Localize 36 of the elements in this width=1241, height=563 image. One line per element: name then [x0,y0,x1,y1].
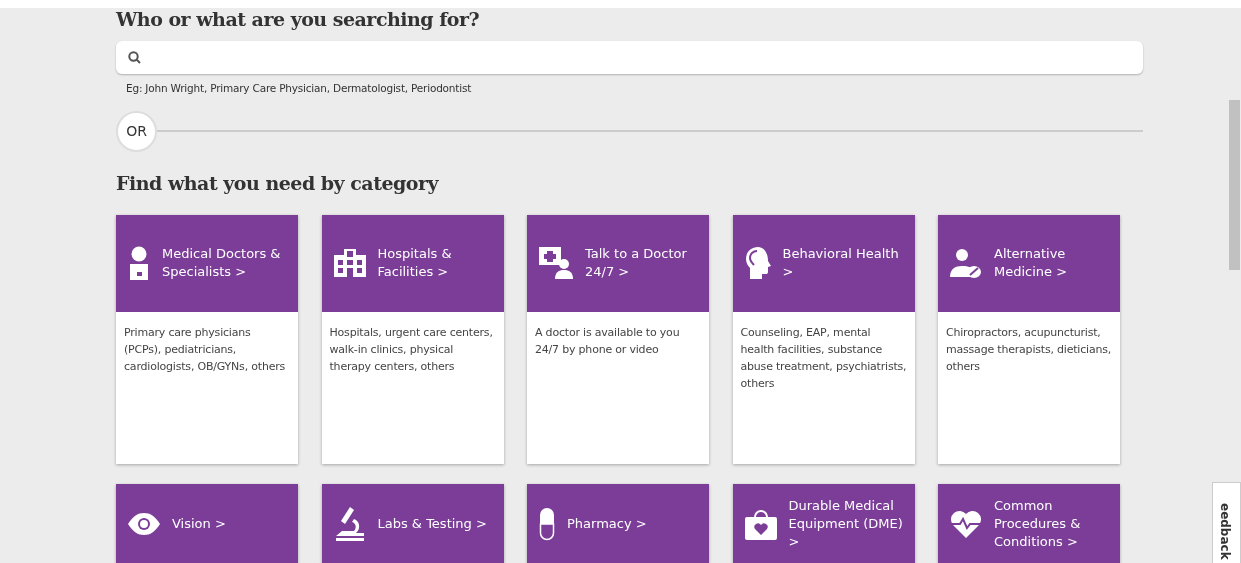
category-title[interactable]: Labs & Testing > [377,514,487,533]
search-field[interactable] [116,40,1143,74]
eye-icon [128,512,160,535]
category-card[interactable]: Durable Medical Equipment (DME) > [732,483,915,563]
category-card[interactable]: Labs & Testing > [321,483,504,563]
microscope-icon [333,506,366,541]
building-icon [333,249,366,278]
category-title[interactable]: Pharmacy > [567,514,647,533]
capsule-icon [539,506,555,541]
scrollbar-thumb[interactable] [1229,100,1240,270]
monitor-person-icon [539,247,573,280]
person-icon [128,246,150,281]
category-card[interactable]: Hospitals & Facilities > Hospitals, urgent care centers, walk-in clinics, physical therapy centers, others [321,214,504,464]
category-card[interactable]: Pharmacy > [527,483,709,563]
person-leaf-icon [950,247,982,280]
bag-heart-icon [744,507,777,540]
category-card[interactable]: Common Procedures & Conditions > [938,483,1120,563]
feedback-tab[interactable]: eedback [1212,482,1241,563]
heartbeat-icon [950,509,982,538]
category-description: Chiropractors, acupuncturist, massage therapists, dieticians, others [945,324,1113,375]
category-description: Hospitals, urgent care centers, walk-in clinics, physical therapy centers, others [328,324,494,375]
category-heading: Find what you need by category [116,171,440,195]
or-label: OR [116,110,157,152]
hint-text: Eg: John Wright, Primary Care Physician, Dermatologist, Periodontist [125,80,472,96]
head-icon [744,246,771,281]
search-heading: Who or what are you searching for? [116,8,481,31]
category-description: A doctor is available to you 24/7 by phone or video [534,324,681,358]
category-card[interactable]: Behavioral Health > Counseling, EAP, mental health facilities, substance abuse treatment, psychiatrists, others [732,214,915,464]
search-icon [128,50,141,64]
category-card[interactable]: Medical Doctors & Specialists > Primary care physicians (PCPs), pediatricians, cardiologists, OB/GYNs, others [116,214,298,464]
category-card[interactable]: Alternative Medicine > Chiropractors, acupuncturist, massage therapists, dieticians, others [938,214,1120,464]
category-card[interactable]: Vision > [116,483,298,563]
category-title[interactable]: Vision > [172,514,226,533]
category-card[interactable]: Talk to a Doctor 24/7 > A doctor is available to you 24/7 by phone or video [527,214,709,464]
category-description: Counseling, EAP, mental health facilities, substance abuse treatment, psychiatrists, others [739,324,908,392]
category-description: Primary care physicians (PCPs), pediatricians, cardiologists, OB/GYNs, others [123,324,287,375]
